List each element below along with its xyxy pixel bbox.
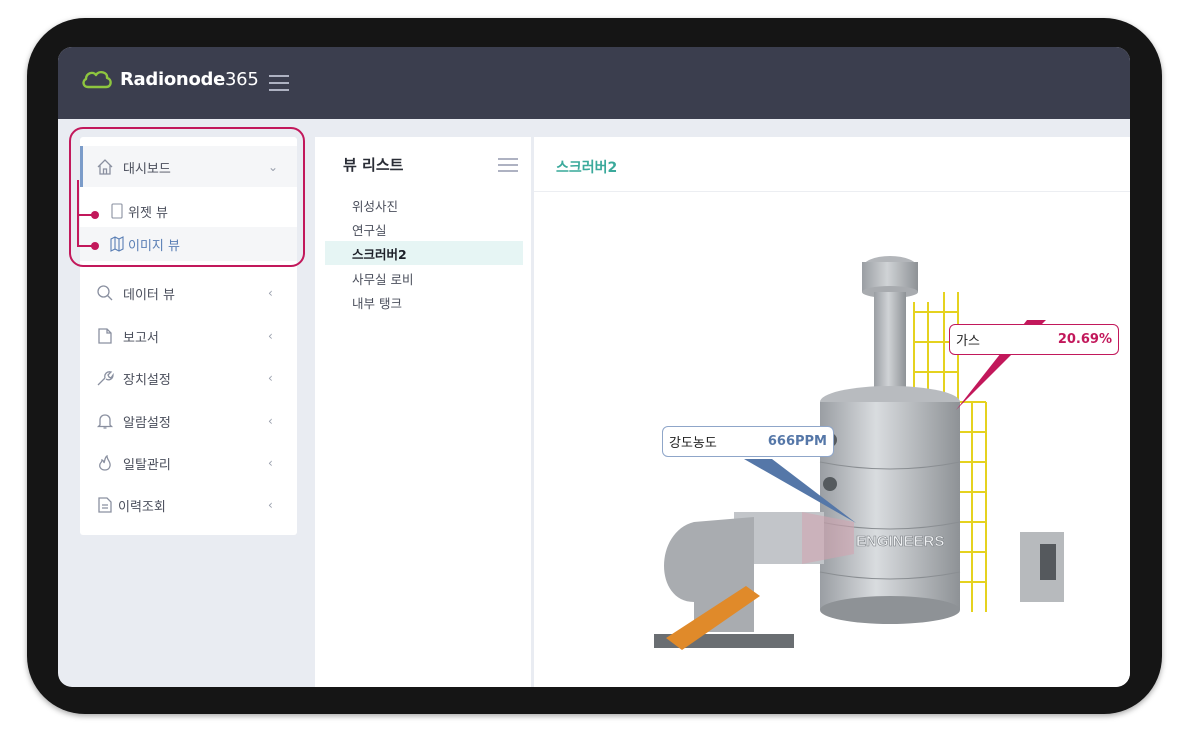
image-view-panel: 스크러버2 ENGINEERS 가스 20.69% 강도농도 666PPM [534, 137, 1130, 687]
sidebar-item-data-view[interactable]: 데이터 뷰 ‹ [80, 275, 297, 311]
concentration-callout[interactable]: 강도농도 666PPM [662, 426, 834, 457]
gas-callout[interactable]: 가스 20.69% [949, 324, 1119, 355]
view-list-item[interactable]: 연구실 [325, 217, 523, 241]
search-icon [97, 285, 113, 301]
top-bar: Radionode365 [58, 47, 1130, 119]
view-list-panel: 뷰 리스트 위성사진 연구실 스크러버2 사무실 로비 내부 탱크 [315, 137, 531, 687]
tree-dot [91, 242, 99, 250]
sidebar-item-report[interactable]: 보고서 ‹ [80, 318, 297, 354]
list-icon [98, 497, 112, 513]
chevron-left-icon: ‹ [268, 329, 273, 343]
submenu-highlight [69, 127, 305, 267]
wrench-icon [97, 371, 114, 386]
flame-icon [99, 454, 111, 471]
sidebar-item-alarm-settings[interactable]: 알람설정 ‹ [80, 403, 297, 439]
chevron-left-icon: ‹ [268, 286, 273, 300]
view-list-item-active[interactable]: 스크러버2 [325, 241, 523, 265]
view-list-item[interactable]: 위성사진 [325, 193, 523, 217]
chevron-left-icon: ‹ [268, 456, 273, 470]
chevron-left-icon: ‹ [268, 498, 273, 512]
chevron-left-icon: ‹ [268, 414, 273, 428]
logo-text: Radionode365 [120, 68, 259, 90]
sidebar-item-device-settings[interactable]: 장치설정 ‹ [80, 360, 297, 396]
cabinet-panel [1040, 544, 1056, 580]
chevron-left-icon: ‹ [268, 371, 273, 385]
view-list-item[interactable]: 사무실 로비 [325, 266, 523, 290]
page-title: 스크러버2 [556, 160, 618, 176]
view-list-menu-button[interactable] [498, 158, 518, 172]
logo[interactable]: Radionode365 [80, 67, 259, 91]
sidebar-item-deviation[interactable]: 일탈관리 ‹ [80, 445, 297, 481]
view-list-title: 뷰 리스트 [343, 156, 404, 174]
tank-bottom [820, 596, 960, 624]
tree-dot [91, 211, 99, 219]
view-list-item[interactable]: 내부 탱크 [325, 290, 523, 314]
tree-connector [77, 180, 79, 246]
engineers-text: ENGINEERS [856, 533, 944, 550]
cloud-logo-icon [82, 70, 112, 89]
document-icon [98, 328, 112, 344]
menu-toggle-button[interactable] [269, 75, 289, 91]
port [823, 477, 837, 491]
bell-icon [96, 414, 114, 429]
sidebar-item-history[interactable]: 이력조회 ‹ [80, 487, 297, 523]
